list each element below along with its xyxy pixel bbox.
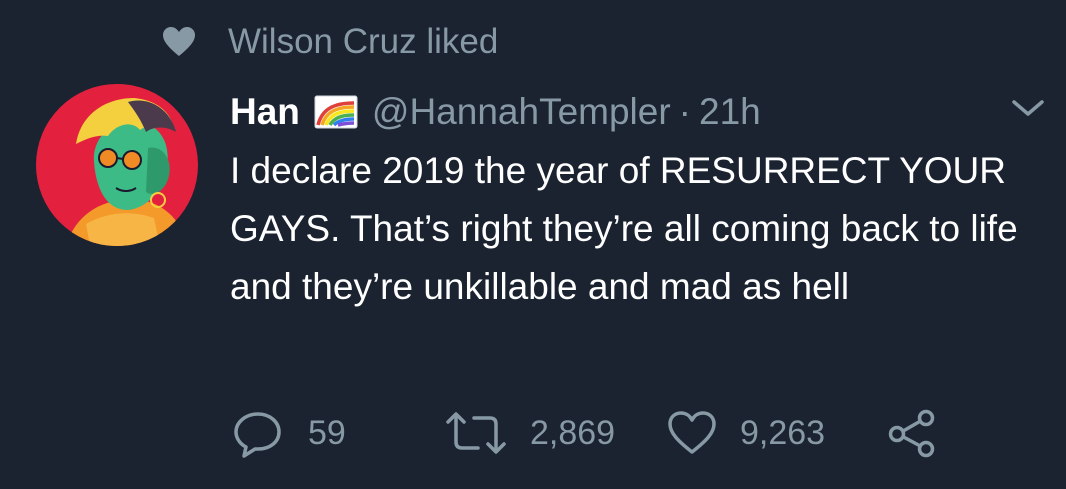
like-count: 9,263 <box>740 413 826 452</box>
share-button[interactable] <box>886 408 938 458</box>
tweet-text: I declare 2019 the year of RESURRECT YOU… <box>230 150 1018 307</box>
liked-by-text[interactable]: Wilson Cruz liked <box>228 20 498 64</box>
tweet-header: Han @HannahTempler · 21h <box>230 86 761 138</box>
tweet-card: Wilson Cruz liked Han @HannahTempler · 2… <box>0 0 1066 489</box>
display-name[interactable]: Han <box>230 91 300 133</box>
reply-count: 59 <box>308 413 346 452</box>
liked-by-row: Wilson Cruz liked <box>162 20 498 64</box>
rainbow-flag-icon <box>314 95 358 129</box>
timestamp[interactable]: 21h <box>699 91 761 133</box>
reply-icon <box>234 412 281 458</box>
retweet-count: 2,869 <box>530 413 616 452</box>
separator-dot: · <box>678 91 691 132</box>
reply-button[interactable]: 59 <box>230 408 346 458</box>
retweet-icon <box>446 412 506 454</box>
retweet-button[interactable]: 2,869 <box>444 408 615 458</box>
heart-outline-icon <box>668 411 716 454</box>
avatar[interactable] <box>36 84 198 246</box>
heart-icon <box>163 27 195 56</box>
like-button[interactable]: 9,263 <box>666 408 825 458</box>
share-icon <box>888 409 935 458</box>
action-bar: 59 2,869 9,263 <box>230 408 1030 458</box>
user-handle[interactable]: @HannahTempler <box>372 91 671 133</box>
chevron-down-icon[interactable] <box>1008 92 1048 124</box>
